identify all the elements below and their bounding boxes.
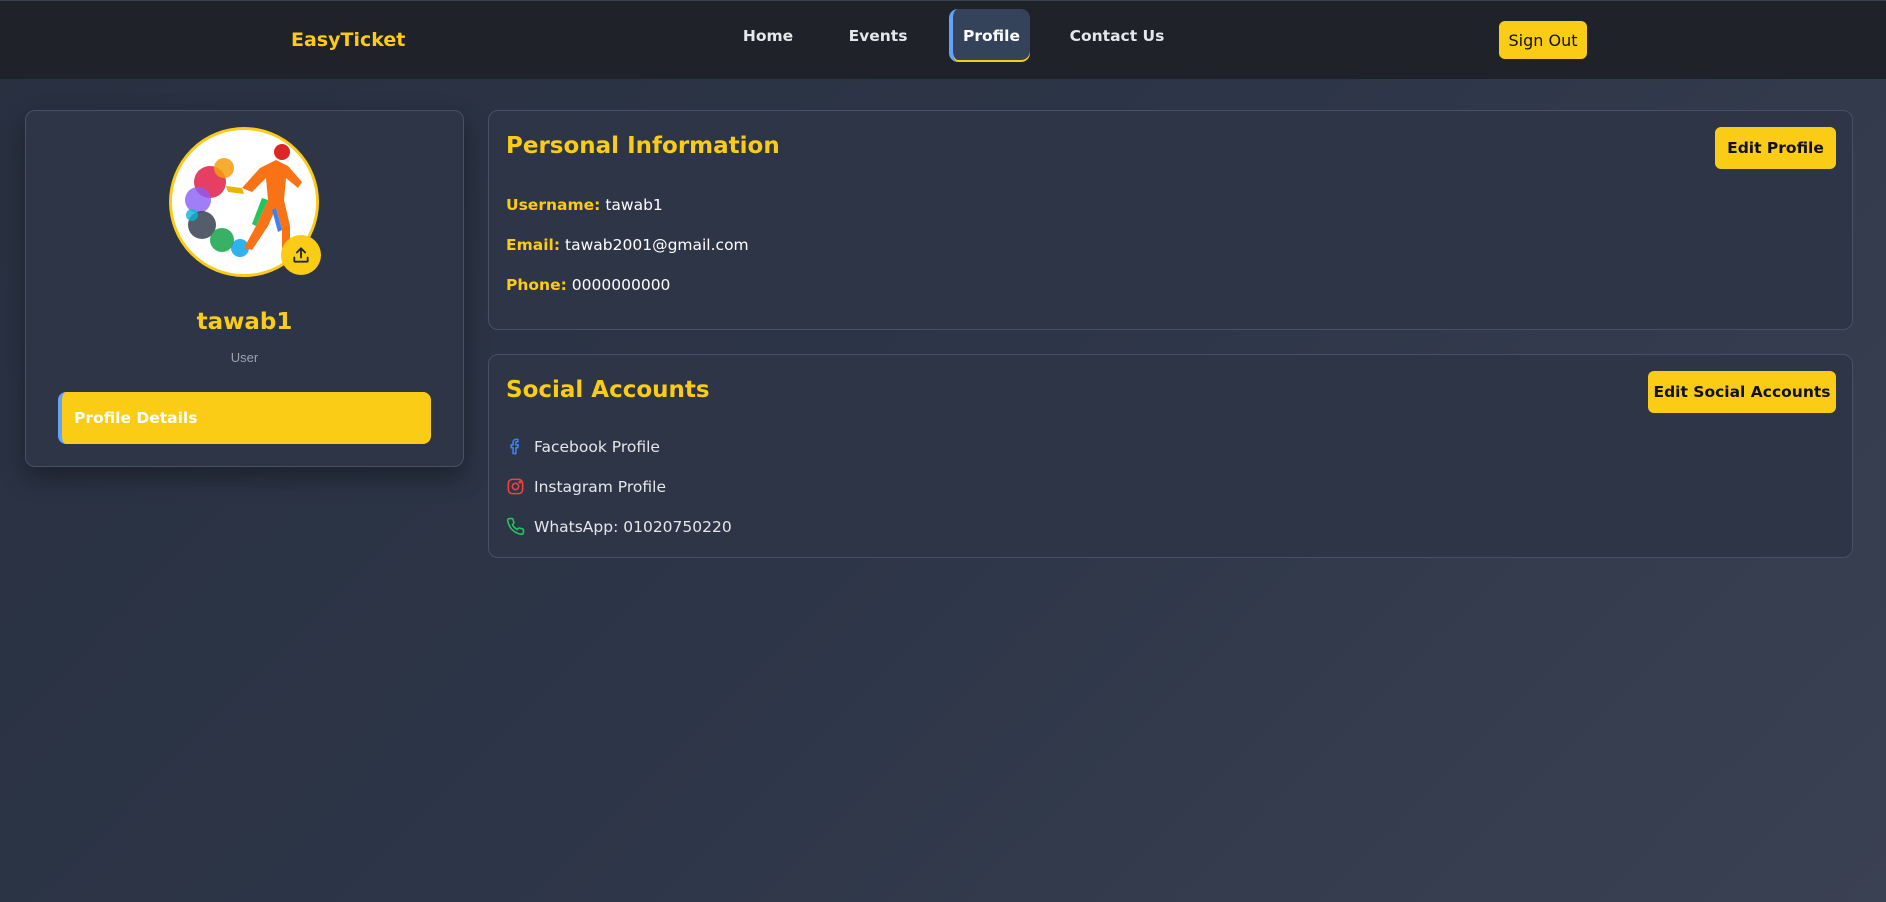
email-row: Email: tawab2001@gmail.com	[506, 236, 749, 254]
instagram-profile-link[interactable]: Instagram Profile	[506, 477, 666, 496]
personal-information-card: Personal Information Edit Profile Userna…	[488, 110, 1853, 330]
phone-value: 0000000000	[571, 276, 671, 294]
social-accounts-card: Social Accounts Edit Social Accounts Fac…	[488, 354, 1853, 558]
brand-logo[interactable]: EasyTicket	[291, 29, 405, 51]
instagram-icon	[507, 478, 524, 495]
email-value: tawab2001@gmail.com	[565, 236, 749, 254]
whatsapp-link[interactable]: WhatsApp: 01020750220	[506, 517, 732, 536]
whatsapp-label: WhatsApp: 01020750220	[534, 517, 732, 536]
phone-label: Phone:	[506, 276, 567, 294]
facebook-icon	[510, 438, 520, 455]
personal-information-title: Personal Information	[506, 133, 780, 159]
upload-avatar-button[interactable]	[281, 235, 321, 275]
nav-events[interactable]: Events	[842, 9, 914, 62]
instagram-profile-label: Instagram Profile	[534, 477, 666, 496]
profile-role: User	[230, 350, 259, 365]
phone-icon	[506, 517, 525, 536]
upload-icon	[293, 247, 309, 263]
username-label: Username:	[506, 196, 601, 214]
profile-sidebar-card: tawab1 User Profile Details	[25, 110, 464, 467]
phone-row: Phone: 0000000000	[506, 276, 670, 294]
email-label: Email:	[506, 236, 561, 254]
facebook-profile-link[interactable]: Facebook Profile	[506, 437, 660, 456]
profile-name: tawab1	[196, 309, 293, 335]
social-accounts-title: Social Accounts	[506, 377, 710, 403]
sign-out-button[interactable]: Sign Out	[1499, 21, 1587, 59]
top-navbar: EasyTicket Home Events Profile Contact U…	[0, 0, 1886, 79]
profile-details-button[interactable]: Profile Details	[58, 392, 431, 444]
edit-social-accounts-button[interactable]: Edit Social Accounts	[1648, 371, 1836, 413]
nav-contact-us[interactable]: Contact Us	[1069, 9, 1165, 62]
nav-profile[interactable]: Profile	[949, 9, 1030, 62]
edit-profile-button[interactable]: Edit Profile	[1715, 127, 1836, 169]
username-value: tawab1	[605, 196, 663, 214]
avatar-container	[169, 127, 321, 277]
nav-home[interactable]: Home	[732, 9, 804, 62]
facebook-profile-label: Facebook Profile	[534, 437, 660, 456]
username-row: Username: tawab1	[506, 196, 663, 214]
